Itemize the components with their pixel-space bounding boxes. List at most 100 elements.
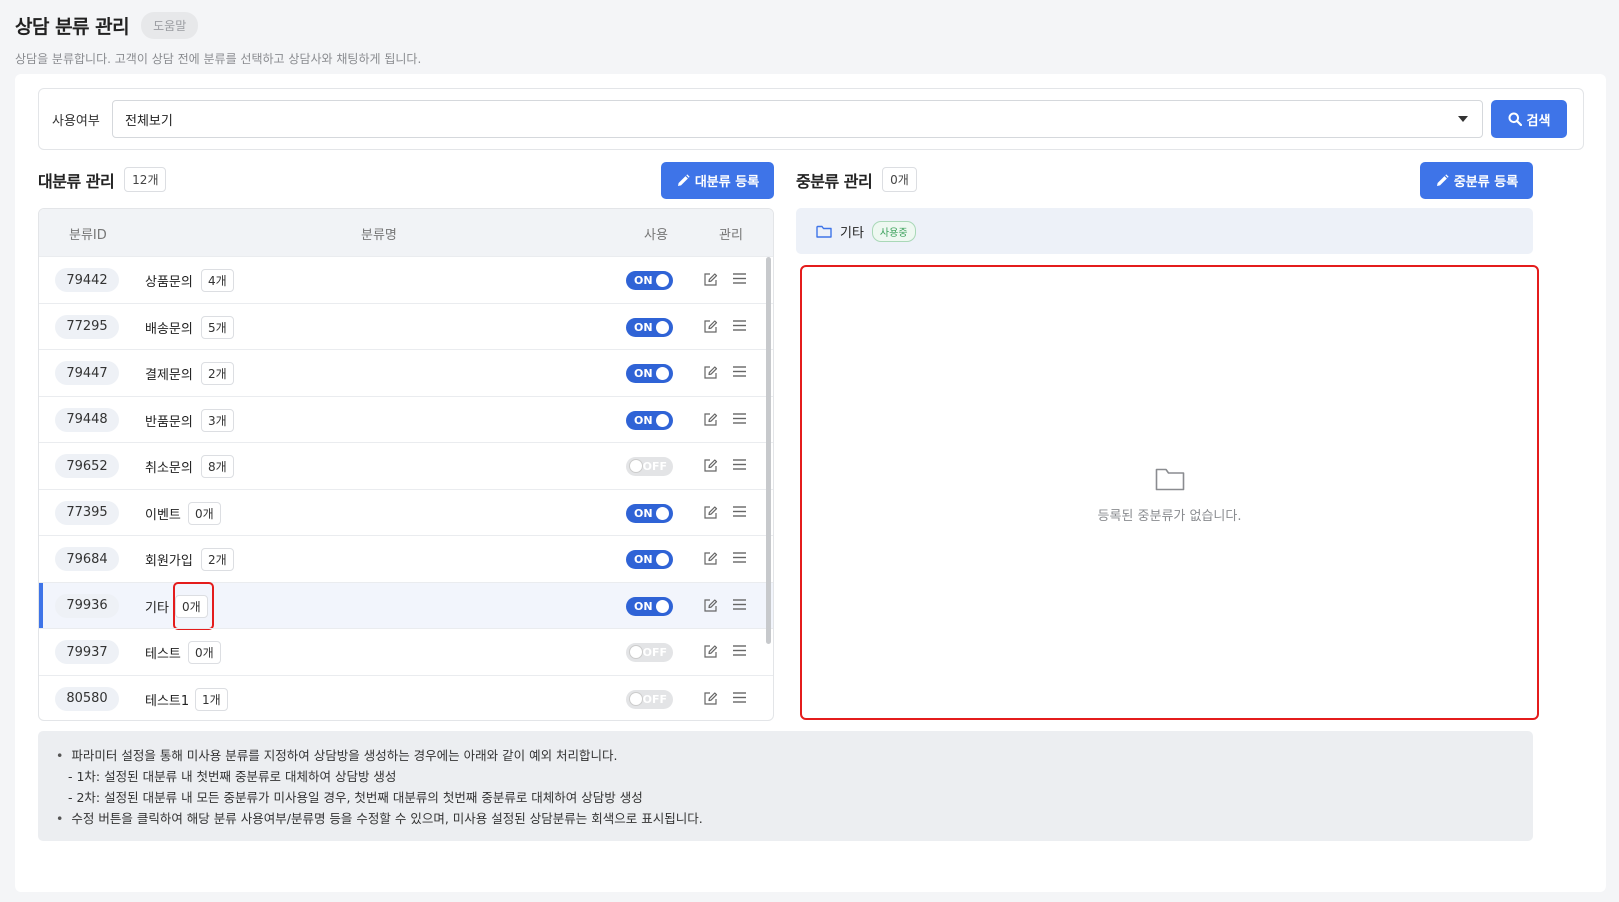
drag-handle-icon[interactable]	[733, 366, 746, 377]
category-name: 결제문의	[145, 368, 193, 383]
table-row[interactable]: 79684 회원가입 2개 ON	[39, 535, 773, 582]
table-row[interactable]: 77395 이벤트 0개 ON	[39, 488, 773, 536]
use-toggle[interactable]: ON	[626, 364, 673, 383]
use-toggle[interactable]: ON	[626, 503, 673, 523]
use-toggle[interactable]: ON	[626, 317, 673, 337]
table-row[interactable]: 79447 결제문의 2개 ON	[39, 349, 773, 396]
drag-handle-icon[interactable]	[733, 412, 746, 424]
subcategory-count: 0개	[188, 641, 221, 664]
page-description: 상담을 분류합니다. 고객이 상담 전에 분류를 선택하고 상담사와 채팅하게 …	[15, 52, 422, 66]
use-toggle[interactable]: OFF	[626, 689, 673, 709]
table-row[interactable]: 79448 반품문의 3개 ON	[39, 395, 773, 443]
drag-handle-icon[interactable]	[733, 552, 746, 563]
use-toggle[interactable]: ON	[626, 550, 673, 569]
column-header-name: 분류명	[361, 228, 397, 243]
edit-icon[interactable]	[703, 691, 718, 706]
note-subline: - 2차: 설정된 대분류 내 모든 중분류가 미사용일 경우, 첫번째 대분류…	[68, 790, 643, 805]
selected-category-bar: 기타 사용중	[796, 208, 1533, 254]
pencil-icon	[1436, 173, 1449, 186]
table-row[interactable]: 80580 테스트1 1개 OFF	[39, 674, 773, 721]
toggle-knob	[656, 553, 669, 566]
register-middle-button[interactable]: 중분류 등록	[1420, 162, 1533, 199]
edit-icon[interactable]	[703, 598, 718, 613]
drag-handle-icon[interactable]	[733, 505, 746, 517]
category-id: 80580	[55, 686, 119, 711]
edit-icon[interactable]	[703, 458, 718, 473]
drag-handle-icon[interactable]	[733, 319, 746, 331]
subcategory-count: 1개	[195, 687, 228, 711]
middle-count-badge: 0개	[882, 167, 917, 192]
page-header: 상담 분류 관리 도움말 상담을 분류합니다. 고객이 상담 전에 분류를 선택…	[15, 12, 421, 67]
empty-state-text: 등록된 중분류가 없습니다.	[1097, 509, 1242, 524]
edit-icon[interactable]	[703, 365, 718, 380]
subcategory-count: 2개	[201, 362, 234, 385]
use-toggle[interactable]: ON	[626, 410, 673, 430]
toggle-knob	[656, 506, 669, 520]
edit-icon[interactable]	[703, 319, 718, 334]
register-major-label: 대분류 등록	[694, 175, 760, 190]
pencil-icon	[677, 173, 690, 186]
subcategory-count: 3개	[201, 408, 234, 432]
use-toggle[interactable]: ON	[626, 596, 673, 616]
register-middle-label: 중분류 등록	[1453, 175, 1519, 190]
table-row[interactable]: 79652 취소문의 8개 OFF	[39, 442, 773, 489]
toggle-label: ON	[634, 367, 653, 380]
use-filter-select[interactable]: 전체보기	[112, 100, 1483, 138]
drag-handle-icon[interactable]	[733, 273, 746, 284]
column-header-use: 사용	[644, 228, 668, 243]
folder-icon	[1155, 468, 1184, 491]
category-name: 이벤트	[145, 507, 181, 523]
toggle-knob	[656, 320, 669, 334]
edit-icon[interactable]	[703, 644, 718, 659]
subcategory-count: 2개	[201, 548, 234, 571]
major-count-badge: 12개	[124, 167, 167, 192]
toggle-label: OFF	[642, 646, 667, 659]
edit-icon[interactable]	[703, 272, 718, 287]
toggle-label: ON	[634, 274, 653, 287]
category-name: 상품문의	[145, 275, 193, 290]
category-name: 배송문의	[145, 321, 193, 337]
drag-handle-icon[interactable]	[733, 645, 746, 656]
edit-icon[interactable]	[703, 412, 718, 427]
drag-handle-icon[interactable]	[733, 691, 746, 703]
use-filter-value: 전체보기	[125, 113, 173, 129]
table-row[interactable]: 79936 기타 0개 ON	[39, 581, 773, 630]
category-id: 79937	[55, 640, 119, 664]
search-button[interactable]: 검색	[1491, 100, 1567, 138]
edit-icon[interactable]	[703, 551, 718, 566]
table-header: 분류ID 분류명 사용 관리	[39, 209, 773, 256]
toggle-knob	[656, 367, 669, 380]
table-row[interactable]: 79442 상품문의 4개 ON	[39, 256, 773, 303]
toggle-label: ON	[634, 599, 653, 613]
selected-category-name: 기타	[840, 225, 864, 241]
middle-section-header: 중분류 관리 0개	[796, 167, 917, 192]
drag-handle-icon[interactable]	[733, 459, 746, 470]
table-row[interactable]: 79937 테스트 0개 OFF	[39, 628, 773, 675]
register-major-button[interactable]: 대분류 등록	[661, 162, 774, 199]
notes-box: 파라미터 설정을 통해 미사용 분류를 지정하여 상담방을 생성하는 경우에는 …	[38, 731, 1533, 841]
category-id: 79447	[55, 361, 119, 385]
drag-handle-icon[interactable]	[733, 598, 746, 610]
major-section-title: 대분류 관리	[38, 171, 115, 191]
table-row[interactable]: 77295 배송문의 5개 ON	[39, 302, 773, 350]
help-button[interactable]: 도움말	[141, 12, 199, 39]
category-id: 79684	[55, 547, 119, 571]
search-filter-bar: 사용여부 전체보기 검색	[38, 88, 1584, 150]
toggle-knob	[656, 413, 669, 427]
table-scrollbar[interactable]	[766, 257, 771, 644]
edit-icon[interactable]	[703, 505, 718, 520]
category-name: 테스트	[145, 647, 181, 662]
folder-icon	[816, 225, 832, 238]
middle-section-title: 중분류 관리	[796, 171, 873, 191]
category-id: 79936	[55, 593, 119, 618]
note-line: 파라미터 설정을 통해 미사용 분류를 지정하여 상담방을 생성하는 경우에는 …	[56, 745, 1515, 766]
chevron-down-icon	[1458, 116, 1468, 122]
category-id: 79448	[55, 407, 119, 432]
toggle-label: ON	[634, 506, 653, 520]
use-toggle[interactable]: OFF	[626, 457, 673, 476]
use-toggle[interactable]: OFF	[626, 643, 673, 662]
category-name: 취소문의	[145, 461, 193, 476]
use-toggle[interactable]: ON	[626, 271, 673, 290]
category-name: 기타	[145, 600, 169, 616]
column-header-manage: 관리	[719, 228, 743, 243]
